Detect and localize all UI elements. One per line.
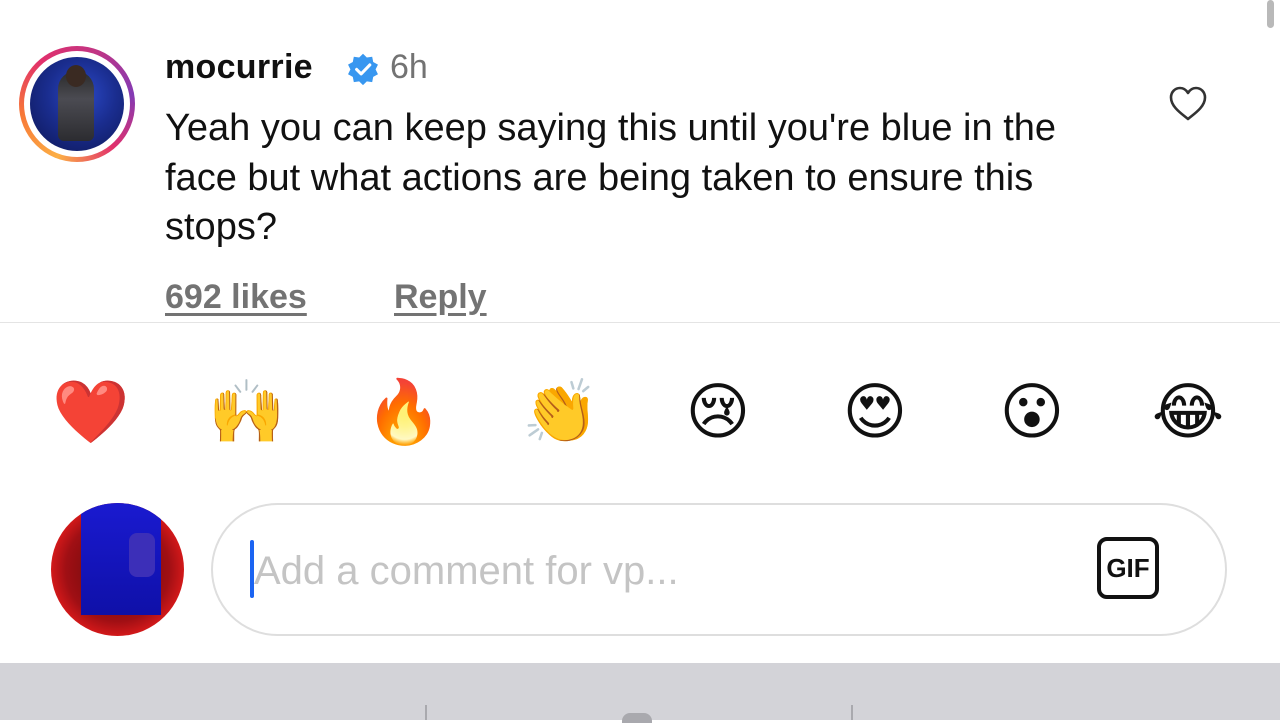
keyboard-separator — [425, 705, 427, 720]
comment-timestamp: 6h — [390, 48, 428, 86]
verified-badge-icon — [348, 53, 378, 86]
reaction-raising-hands-emoji[interactable]: 🙌 — [207, 372, 287, 452]
reaction-crying-face-emoji[interactable]: 😢 — [678, 372, 758, 452]
heart-outline-icon[interactable] — [1168, 84, 1208, 124]
reply-link[interactable]: Reply — [394, 278, 487, 317]
keyboard-separator — [851, 705, 853, 720]
divider — [0, 322, 1280, 323]
keyboard-bar — [0, 663, 1280, 723]
reaction-clapping-hands-emoji[interactable]: 👏 — [521, 372, 601, 452]
reaction-tears-of-joy-emoji[interactable]: 😂 — [1148, 372, 1228, 452]
avatar-head — [66, 65, 86, 87]
my-avatar[interactable] — [51, 503, 184, 636]
scrollbar[interactable] — [1267, 0, 1274, 28]
reaction-heart-eyes-emoji[interactable]: 😍 — [835, 372, 915, 452]
keyboard-key-hint — [622, 713, 652, 723]
reaction-heart-emoji[interactable]: ❤️ — [51, 372, 131, 452]
gif-button[interactable]: GIF — [1097, 537, 1159, 599]
comment-username[interactable]: mocurrie — [165, 48, 313, 87]
comment-input[interactable] — [254, 540, 1074, 602]
commenter-avatar[interactable] — [19, 46, 135, 162]
comment-text: Yeah you can keep saying this until you'… — [165, 107, 1057, 248]
reaction-fire-emoji[interactable]: 🔥 — [364, 372, 444, 452]
likes-count-link[interactable]: 692 likes — [165, 278, 307, 317]
my-avatar-shape-detail — [129, 533, 155, 577]
avatar-photo — [30, 57, 124, 151]
avatar-ring-inner — [24, 51, 130, 157]
reaction-surprised-face-emoji[interactable]: 😮 — [992, 372, 1072, 452]
